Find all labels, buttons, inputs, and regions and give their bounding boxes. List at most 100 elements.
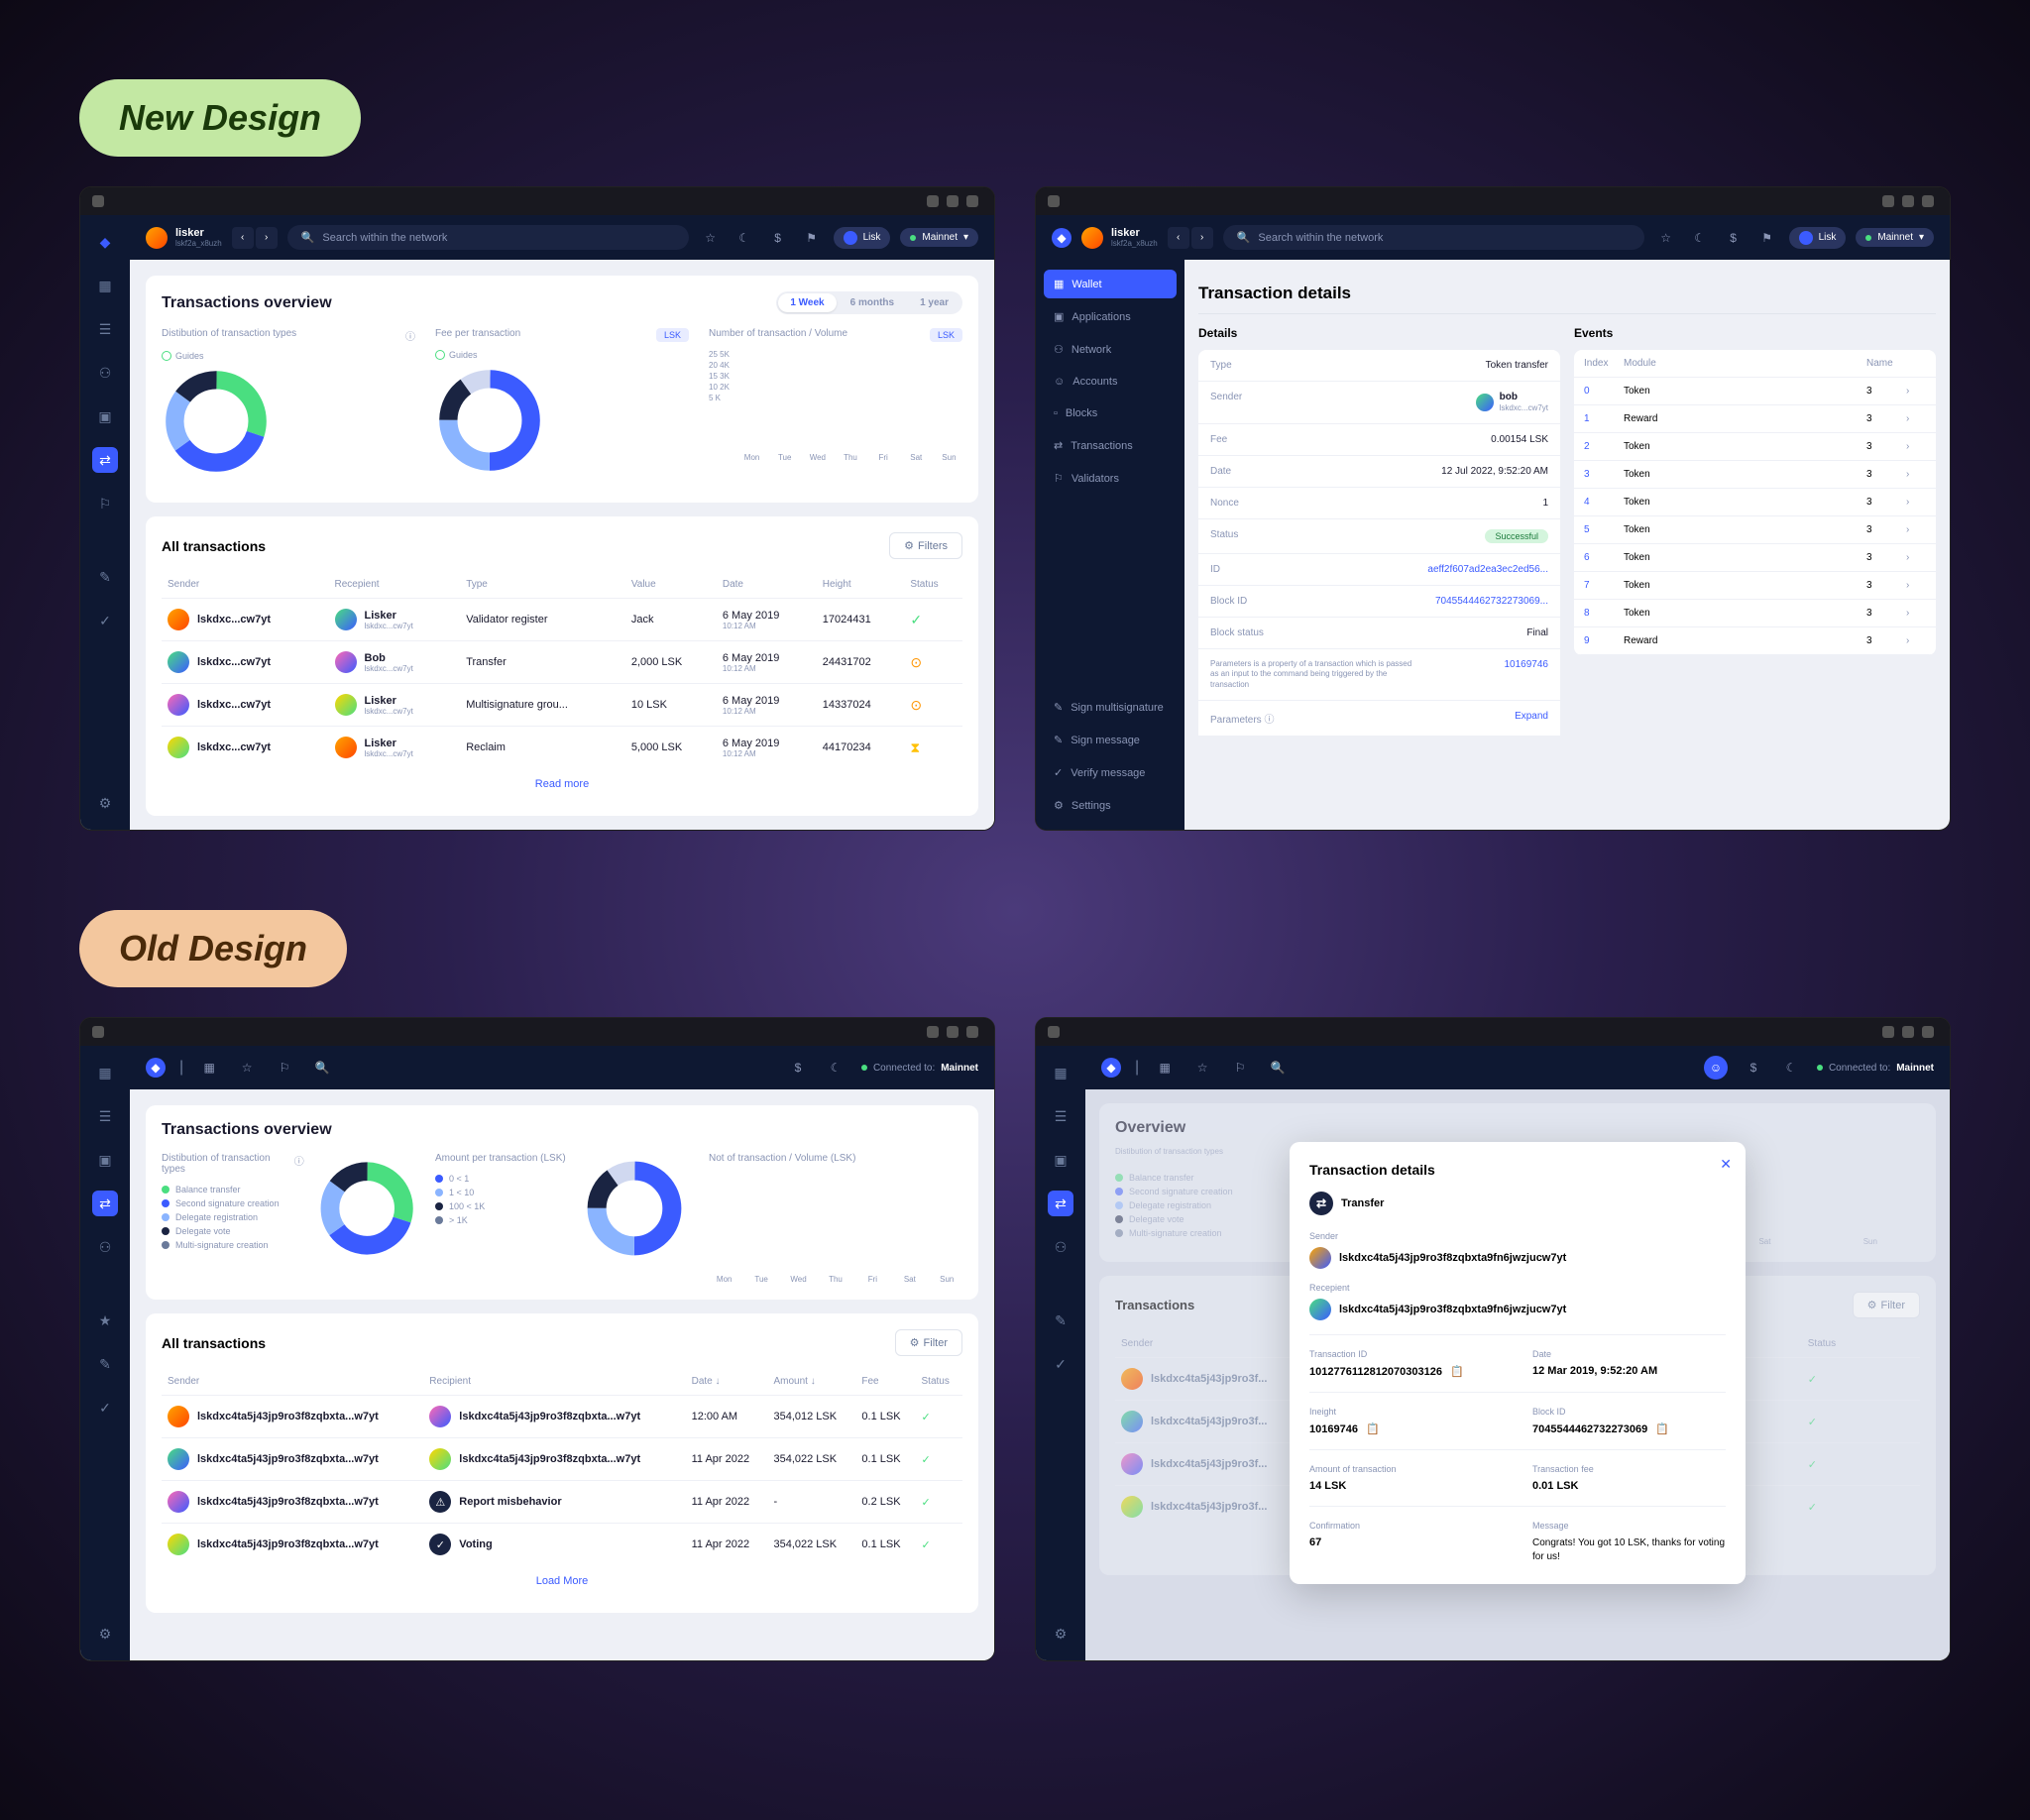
table-row[interactable]: lskdxc4ta5j43jp9ro3f8zqbxta...w7yt lskdx…: [162, 1396, 962, 1438]
back-button[interactable]: ‹: [232, 227, 254, 249]
filters-button[interactable]: ⚙ Filters: [889, 532, 962, 559]
nav-gear-icon[interactable]: ⚙: [1048, 1621, 1073, 1647]
event-row[interactable]: 2Token3›: [1574, 433, 1936, 461]
bookmark-icon[interactable]: ☆: [1654, 226, 1678, 250]
moon-icon[interactable]: ☾: [824, 1056, 847, 1080]
nav-gear-icon[interactable]: ⚙: [92, 1621, 118, 1647]
nav-blocks-icon[interactable]: ▣: [1048, 1147, 1073, 1173]
nav-check-icon[interactable]: ✓: [92, 608, 118, 633]
sidebar-sign-multi[interactable]: ✎ Sign multisignature: [1044, 693, 1177, 722]
sidebar-apps[interactable]: ▣ Applications: [1044, 302, 1177, 331]
logo-icon[interactable]: ◆: [1101, 1058, 1121, 1078]
nav-edit-icon[interactable]: ✎: [1048, 1308, 1073, 1333]
sidebar-verify[interactable]: ✓ Verify message: [1044, 758, 1177, 787]
sidebar-network[interactable]: ⚇ Network: [1044, 335, 1177, 364]
nav-home-icon[interactable]: ▦: [1048, 1060, 1073, 1085]
time-6mo[interactable]: 6 months: [839, 293, 906, 312]
nav-flag-icon[interactable]: ⚐: [92, 491, 118, 516]
network-pill[interactable]: Mainnet ▾: [1856, 228, 1934, 247]
nav-check-icon[interactable]: ✓: [1048, 1351, 1073, 1377]
event-row[interactable]: 9Reward3›: [1574, 627, 1936, 655]
nav-edit-icon[interactable]: ✎: [92, 1351, 118, 1377]
nav-star-icon[interactable]: ★: [92, 1308, 118, 1333]
sidebar-accounts[interactable]: ☺ Accounts: [1044, 368, 1177, 396]
moon-icon[interactable]: ☾: [1779, 1056, 1803, 1080]
event-row[interactable]: 3Token3›: [1574, 461, 1936, 489]
time-1week[interactable]: 1 Week: [778, 293, 836, 312]
grid-icon[interactable]: ▦: [1153, 1056, 1177, 1080]
nav-check-icon[interactable]: ✓: [92, 1395, 118, 1421]
forward-button[interactable]: ›: [1191, 227, 1213, 249]
nav-users-icon[interactable]: ⚇: [1048, 1234, 1073, 1260]
currency-icon[interactable]: $: [786, 1056, 810, 1080]
time-1yr[interactable]: 1 year: [908, 293, 960, 312]
table-row[interactable]: lskdxc...cw7yt Liskerlskdxc...cw7yt Vali…: [162, 599, 962, 641]
nav-home-icon[interactable]: ▦: [92, 273, 118, 298]
sidebar-validators[interactable]: ⚐ Validators: [1044, 464, 1177, 493]
event-row[interactable]: 1Reward3›: [1574, 405, 1936, 433]
logo-icon[interactable]: ◆: [1052, 228, 1071, 248]
forward-button[interactable]: ›: [256, 227, 278, 249]
nav-edit-icon[interactable]: ✎: [92, 564, 118, 590]
table-row[interactable]: lskdxc...cw7yt Liskerlskdxc...cw7yt Mult…: [162, 684, 962, 727]
bookmark-icon[interactable]: ☆: [235, 1056, 259, 1080]
nav-users-icon[interactable]: ⚇: [92, 360, 118, 386]
grid-icon[interactable]: ▦: [197, 1056, 221, 1080]
bookmark-icon[interactable]: ☆: [699, 226, 723, 250]
nav-tx-icon[interactable]: ⇄: [1048, 1191, 1073, 1216]
search-icon[interactable]: 🔍: [1266, 1056, 1290, 1080]
nav-gear-icon[interactable]: ⚙: [92, 790, 118, 816]
nav-tx-icon[interactable]: ⇄: [92, 1191, 118, 1216]
avatar[interactable]: [1081, 227, 1103, 249]
table-row[interactable]: lskdxc4ta5j43jp9ro3f8zqbxta...w7yt ✓Voti…: [162, 1524, 962, 1566]
table-row[interactable]: lskdxc4ta5j43jp9ro3f8zqbxta...w7yt ⚠Repo…: [162, 1481, 962, 1524]
nav-blocks-icon[interactable]: ▣: [92, 1147, 118, 1173]
flag-icon[interactable]: ⚑: [1755, 226, 1779, 250]
event-row[interactable]: 4Token3›: [1574, 489, 1936, 516]
sidebar-wallet[interactable]: ▦ Wallet: [1044, 270, 1177, 298]
event-row[interactable]: 7Token3›: [1574, 572, 1936, 600]
sidebar-sign-msg[interactable]: ✎ Sign message: [1044, 726, 1177, 754]
sidebar-settings[interactable]: ⚙ Settings: [1044, 791, 1177, 820]
nav-list-icon[interactable]: ☰: [1048, 1103, 1073, 1129]
sidebar-tx[interactable]: ⇄ Transactions: [1044, 431, 1177, 460]
flag-icon[interactable]: ⚐: [1228, 1056, 1252, 1080]
search-input[interactable]: 🔍 Search within the network: [287, 225, 689, 250]
back-button[interactable]: ‹: [1168, 227, 1189, 249]
nav-users-icon[interactable]: ⚇: [92, 1234, 118, 1260]
logo-icon[interactable]: ◆: [92, 229, 118, 255]
event-row[interactable]: 0Token3›: [1574, 378, 1936, 405]
avatar[interactable]: [146, 227, 168, 249]
table-row[interactable]: lskdxc...cw7yt Boblskdxc...cw7yt Transfe…: [162, 641, 962, 684]
nav-people-icon[interactable]: ☰: [92, 316, 118, 342]
currency-icon[interactable]: $: [766, 226, 790, 250]
search-icon[interactable]: 🔍: [310, 1056, 334, 1080]
flag-icon[interactable]: ⚐: [273, 1056, 296, 1080]
nav-list-icon[interactable]: ☰: [92, 1103, 118, 1129]
moon-icon[interactable]: ☾: [733, 226, 756, 250]
read-more-link[interactable]: Read more: [162, 768, 962, 800]
nav-blocks-icon[interactable]: ▣: [92, 403, 118, 429]
nav-tx-icon[interactable]: ⇄: [92, 447, 118, 473]
flag-icon[interactable]: ⚑: [800, 226, 824, 250]
table-row[interactable]: lskdxc...cw7yt Liskerlskdxc...cw7yt Recl…: [162, 727, 962, 769]
logo-icon[interactable]: ◆: [146, 1058, 166, 1078]
nav-home-icon[interactable]: ▦: [92, 1060, 118, 1085]
load-more-link[interactable]: Load More: [162, 1565, 962, 1597]
sidebar-blocks[interactable]: ▫ Blocks: [1044, 399, 1177, 427]
currency-icon[interactable]: $: [1722, 226, 1746, 250]
table-row[interactable]: lskdxc4ta5j43jp9ro3f8zqbxta...w7yt lskdx…: [162, 1438, 962, 1481]
currency-icon[interactable]: $: [1742, 1056, 1765, 1080]
token-pill[interactable]: Lisk: [1789, 227, 1847, 249]
event-row[interactable]: 6Token3›: [1574, 544, 1936, 572]
token-pill[interactable]: Lisk: [834, 227, 891, 249]
network-pill[interactable]: Mainnet ▾: [900, 228, 978, 247]
event-row[interactable]: 5Token3›: [1574, 516, 1936, 544]
user-icon[interactable]: ☺: [1704, 1056, 1728, 1080]
bookmark-icon[interactable]: ☆: [1190, 1056, 1214, 1080]
close-icon[interactable]: ✕: [1720, 1156, 1732, 1173]
moon-icon[interactable]: ☾: [1688, 226, 1712, 250]
filter-button[interactable]: ⚙ Filter: [895, 1329, 962, 1356]
search-input[interactable]: 🔍 Search within the network: [1223, 225, 1644, 250]
event-row[interactable]: 8Token3›: [1574, 600, 1936, 627]
